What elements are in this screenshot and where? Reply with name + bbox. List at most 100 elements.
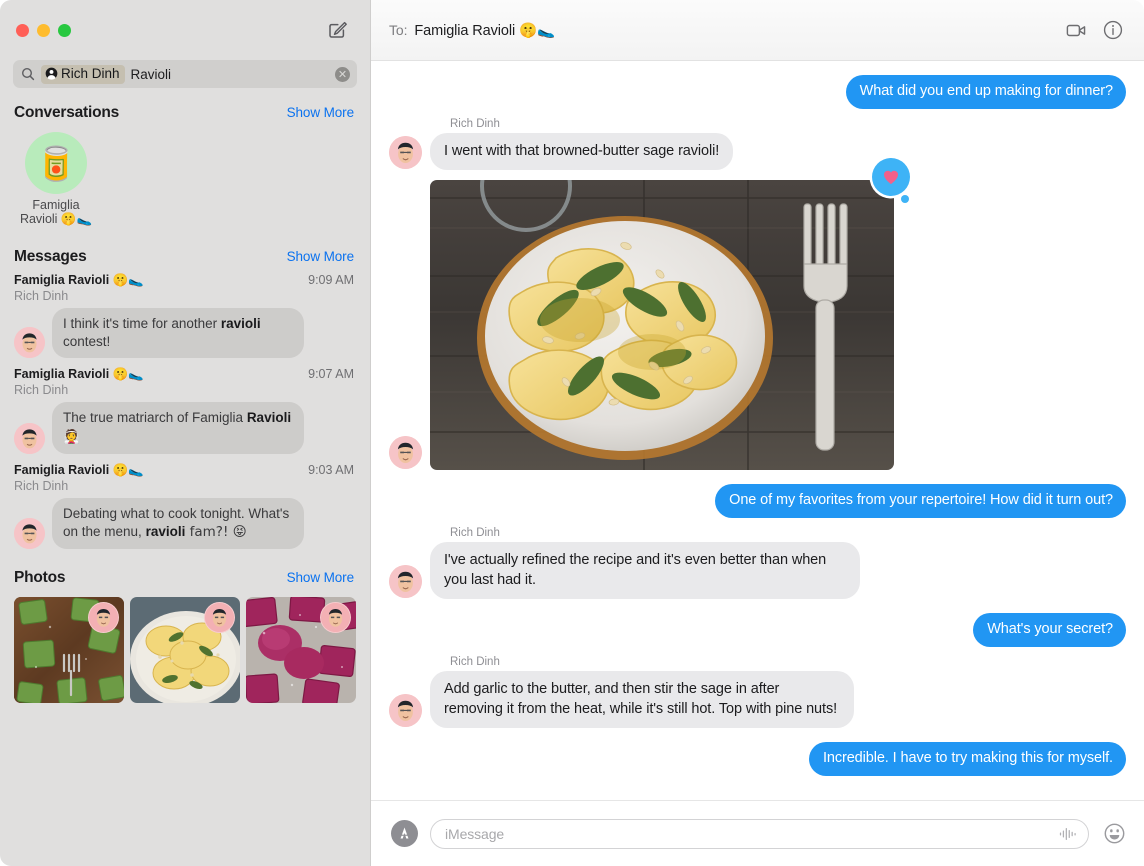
clear-icon[interactable]: ✕ [335, 66, 350, 82]
message-sender-label: Rich Dinh [450, 527, 500, 539]
search-query-text: Ravioli [130, 66, 172, 82]
avatar [14, 423, 45, 454]
avatar [389, 136, 422, 169]
message-result-meta: Famiglia Ravioli 🤫🥿 Rich Dinh 9:07 AM [0, 366, 370, 398]
avatar [14, 327, 45, 358]
msg2-match: ravioli [145, 523, 186, 539]
photos-show-more[interactable]: Show More [287, 570, 354, 585]
photo-thumbnail[interactable] [246, 597, 356, 703]
photo-thumbnail[interactable] [130, 597, 240, 703]
avatar [389, 565, 422, 598]
to-label: To: [389, 22, 408, 38]
message-result-meta: Famiglia Ravioli 🤫🥿 Rich Dinh 9:03 AM [0, 462, 370, 494]
message-bubble-outgoing[interactable]: Incredible. I have to try making this fo… [808, 742, 1126, 776]
heart-tapback-badge[interactable] [872, 158, 910, 203]
conversation-avatar: 🥫 [25, 132, 87, 194]
conversations-section-header: Conversations Show More [0, 98, 370, 126]
recipient-name[interactable]: Famiglia Ravioli 🤫🥿 [414, 22, 555, 39]
message-result-sender: Rich Dinh [14, 383, 69, 397]
message-result-row[interactable]: Famiglia Ravioli 🤫🥿 Rich Dinh 9:03 AM De… [0, 460, 370, 555]
conversations-title: Conversations [14, 104, 120, 121]
photo-sender-avatar [88, 602, 119, 633]
messages-section-header: Messages Show More [0, 236, 370, 270]
message-bubble-incoming[interactable]: I went with that browned-butter sage rav… [430, 133, 734, 170]
message-result-sender: Rich Dinh [14, 289, 69, 303]
message-bubble-outgoing[interactable]: What's your secret? [973, 613, 1126, 647]
zoom-button[interactable] [58, 23, 71, 37]
conversation-pane: To: Famiglia Ravioli 🤫🥿 What did you end… [371, 0, 1144, 866]
avatar [14, 518, 45, 549]
compose-icon[interactable] [324, 17, 350, 43]
msg0-before: I think it's time for another [63, 316, 221, 331]
message-result-bubble-row: The true matriarch of Famiglia Ravioli 👰 [0, 398, 370, 456]
message-input-placeholder: iMessage [445, 825, 505, 842]
message-row-incoming: I went with that browned-butter sage rav… [389, 133, 1126, 170]
photos-section-header: Photos Show More [0, 555, 370, 591]
conversation-header: To: Famiglia Ravioli 🤫🥿 [371, 0, 1144, 61]
window-titlebar [0, 0, 370, 60]
message-result-text: Debating what to cook tonight. What's on… [52, 498, 304, 549]
message-row-outgoing: What's your secret? [389, 613, 1126, 647]
message-sender-label: Rich Dinh [450, 118, 500, 130]
search-input[interactable]: Rich Dinh Ravioli ✕ [13, 60, 357, 88]
audio-waveform-icon[interactable] [1058, 826, 1078, 842]
message-result-group: Famiglia Ravioli 🤫🥿 [14, 273, 144, 287]
close-button[interactable] [16, 23, 29, 37]
sidebar: Rich Dinh Ravioli ✕ Conversations Show M… [0, 0, 371, 866]
message-bubble-outgoing[interactable]: What did you end up making for dinner? [845, 75, 1126, 109]
heart-icon [884, 170, 898, 185]
video-camera-icon[interactable] [1061, 15, 1091, 45]
photo-sender-avatar [204, 602, 235, 633]
conversation-item-famiglia-ravioli[interactable]: 🥫 Famiglia Ravioli 🤫🥿 [20, 132, 92, 226]
message-result-bubble-row: I think it's time for another ravioli co… [0, 304, 370, 360]
canned-food-icon: 🥫 [35, 143, 77, 183]
message-sender-label: Rich Dinh [450, 656, 500, 668]
msg0-after: contest! [63, 333, 111, 349]
compose-bar: iMessage [371, 800, 1144, 866]
message-result-time: 9:07 AM [308, 367, 354, 381]
message-result-row[interactable]: Famiglia Ravioli 🤫🥿 Rich Dinh 9:07 AM Th… [0, 364, 370, 460]
messages-title: Messages [14, 248, 87, 265]
message-bubble-incoming[interactable]: Add garlic to the butter, and then stir … [430, 671, 854, 728]
photo-sender-avatar [320, 602, 351, 633]
message-result-group: Famiglia Ravioli 🤫🥿 [14, 367, 144, 381]
messages-window: Rich Dinh Ravioli ✕ Conversations Show M… [0, 0, 1144, 866]
message-input[interactable]: iMessage [430, 818, 1089, 849]
message-result-bubble-row: Debating what to cook tonight. What's on… [0, 494, 370, 551]
image-attachment[interactable] [430, 180, 894, 470]
conversations-show-more[interactable]: Show More [287, 105, 354, 120]
message-row-outgoing: Incredible. I have to try making this fo… [389, 742, 1126, 776]
conversations-list: 🥫 Famiglia Ravioli 🤫🥿 [0, 126, 370, 236]
emoji-smiley-icon[interactable] [1101, 820, 1128, 847]
search-icon [21, 67, 35, 81]
person-icon [45, 67, 58, 80]
message-result-meta: Famiglia Ravioli 🤫🥿 Rich Dinh 9:09 AM [0, 272, 370, 304]
message-result-text: I think it's time for another ravioli co… [52, 308, 304, 358]
message-row-incoming-image [389, 158, 1126, 470]
msg2-after: fam?! 😝 [185, 523, 247, 540]
traffic-light-controls [16, 23, 71, 37]
avatar [389, 436, 422, 469]
conversation-name: Famiglia Ravioli 🤫🥿 [19, 198, 93, 226]
minimize-button[interactable] [37, 23, 50, 37]
message-row-outgoing: What did you end up making for dinner? [389, 75, 1126, 109]
photo-thumbnail[interactable] [14, 597, 124, 703]
msg1-after: 👰 [63, 428, 80, 445]
message-bubble-outgoing[interactable]: One of my favorites from your repertoire… [715, 484, 1126, 518]
info-icon[interactable] [1098, 15, 1128, 45]
message-bubble-incoming[interactable]: I've actually refined the recipe and it'… [430, 542, 860, 599]
avatar [389, 694, 422, 727]
search-token-label: Rich Dinh [61, 65, 120, 81]
message-row-outgoing: One of my favorites from your repertoire… [389, 484, 1126, 518]
messages-show-more[interactable]: Show More [287, 249, 354, 264]
search-token-person[interactable]: Rich Dinh [41, 64, 125, 84]
message-result-sender: Rich Dinh [14, 479, 69, 493]
msg1-match: Ravioli [246, 410, 292, 425]
message-row-incoming: I've actually refined the recipe and it'… [389, 542, 1126, 599]
msg1-before: The true matriarch of Famiglia [63, 410, 247, 425]
app-store-icon[interactable] [391, 820, 418, 847]
message-result-text: The true matriarch of Famiglia Ravioli 👰 [52, 402, 304, 454]
message-result-group: Famiglia Ravioli 🤫🥿 [14, 463, 144, 477]
search-container: Rich Dinh Ravioli ✕ [0, 60, 370, 98]
message-result-row[interactable]: Famiglia Ravioli 🤫🥿 Rich Dinh 9:09 AM I … [0, 270, 370, 364]
